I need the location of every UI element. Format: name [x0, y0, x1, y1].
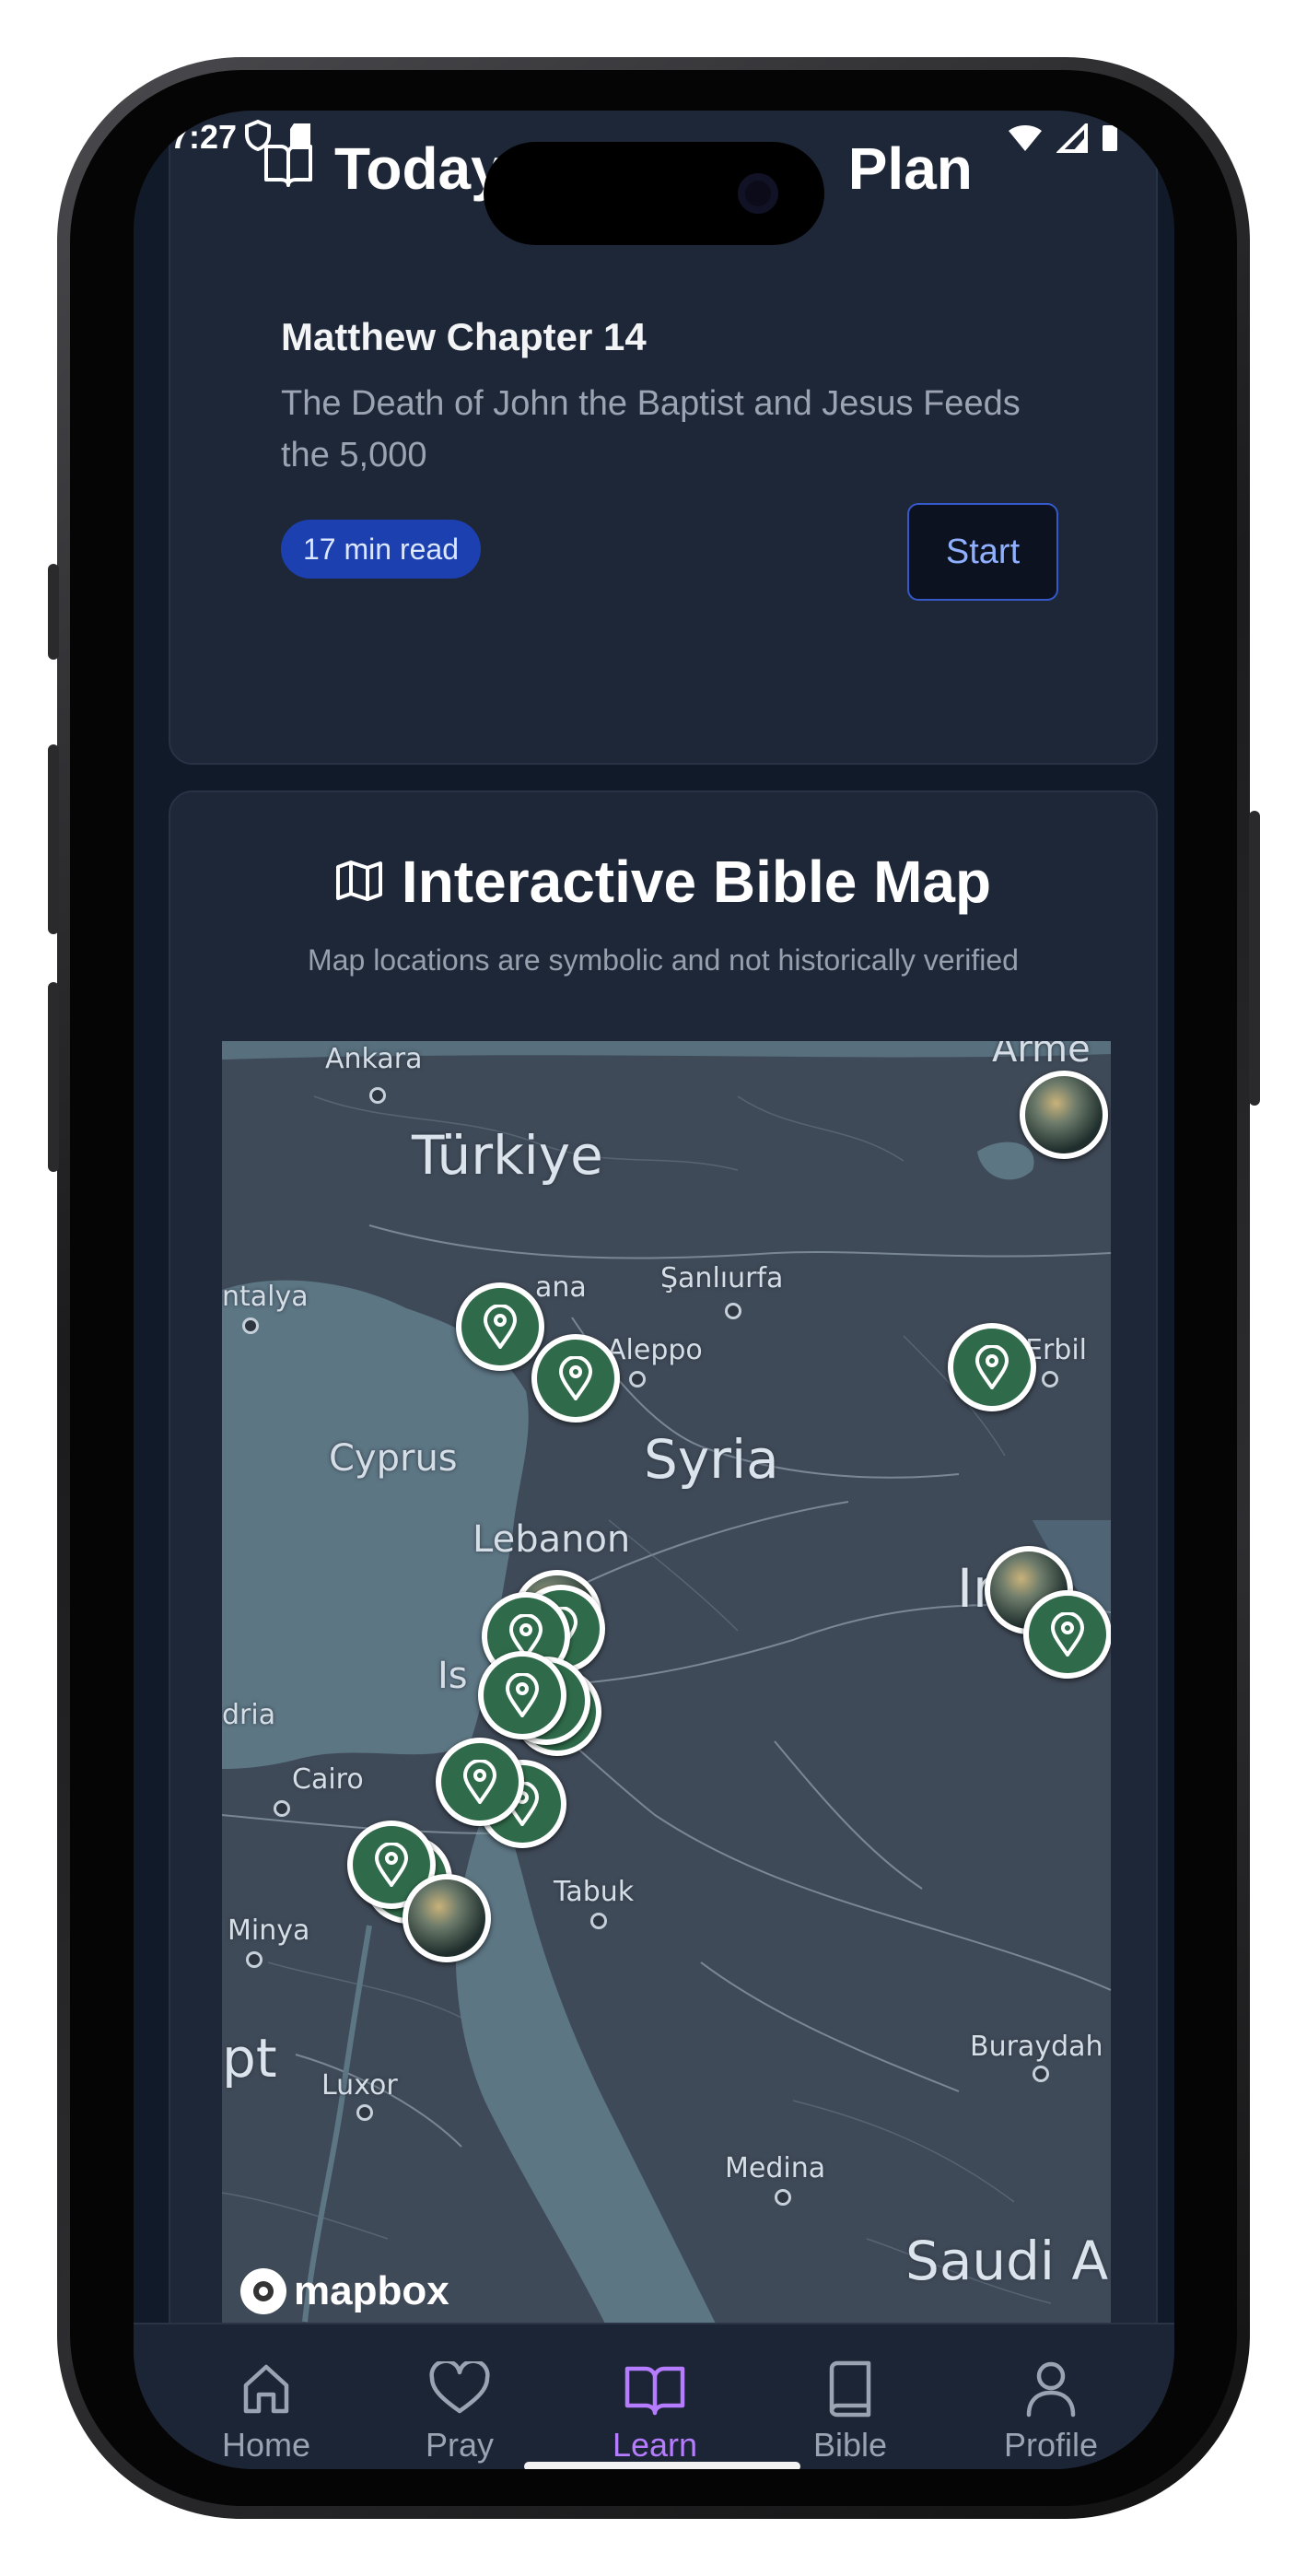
map-title: Interactive Bible Map: [170, 848, 1156, 916]
location-photo-pin[interactable]: [403, 1874, 491, 1962]
map-pin-icon: [1050, 1612, 1085, 1657]
battery-icon: [1101, 122, 1119, 161]
map-label-cairo: Cairo: [292, 1763, 364, 1796]
map-disclaimer: Map locations are symbolic and not histo…: [308, 943, 1019, 977]
map-pin-icon: [505, 1673, 540, 1717]
volume-up-button: [48, 744, 59, 934]
map-terrain: [222, 1041, 1111, 2331]
city-dot-aleppo: [629, 1371, 646, 1388]
dynamic-island: [484, 142, 824, 245]
book-open-icon: [572, 2352, 738, 2426]
map-pin-icon: [462, 1760, 497, 1804]
status-time: 7:27: [170, 118, 238, 156]
location-pin[interactable]: [436, 1738, 524, 1826]
nav-label-learn: Learn: [612, 2426, 698, 2464]
map-label-cyprus: Cyprus: [329, 1437, 458, 1480]
city-dot-ankara: [369, 1087, 386, 1104]
mapbox-logo[interactable]: mapbox: [240, 2268, 449, 2314]
map-title-text: Interactive Bible Map: [401, 849, 992, 915]
location-pin[interactable]: [1023, 1590, 1111, 1679]
nav-item-pray[interactable]: Pray: [377, 2352, 543, 2465]
bottom-navigation: Home Pray Learn Bible Profile: [134, 2323, 1174, 2469]
camera-icon: [738, 173, 778, 214]
nav-item-learn[interactable]: Learn: [572, 2352, 738, 2465]
map-label-minya: Minya: [228, 1914, 310, 1947]
nav-label-home: Home: [221, 2426, 311, 2464]
location-pin[interactable]: [478, 1651, 566, 1739]
shield-icon: [244, 119, 272, 159]
map-label-sanliurfa: Şanlıurfa: [660, 1262, 784, 1294]
city-dot-medina: [775, 2189, 791, 2206]
home-icon: [183, 2352, 349, 2426]
city-dot-sanliurfa: [725, 1303, 741, 1319]
map-pin-icon: [374, 1843, 409, 1887]
bible-icon: [767, 2352, 933, 2426]
map-label-buraydah: Buraydah: [970, 2031, 1103, 2063]
signal-icon: [1056, 120, 1088, 161]
map-label-aleppo: Aleppo: [607, 1334, 703, 1366]
app-screen: 7:27 Today Plan Matthew Chapter 14 The D…: [134, 111, 1174, 2469]
read-time-badge: 17 min read: [281, 520, 481, 579]
map-label-lebanon: Lebanon: [473, 1518, 631, 1561]
mapbox-attribution: mapbox: [294, 2268, 449, 2313]
nav-label-profile: Profile: [1003, 2426, 1099, 2464]
nav-item-bible[interactable]: Bible: [767, 2352, 933, 2465]
map-label-turkiye: Türkiye: [412, 1124, 603, 1187]
map-icon: [335, 848, 383, 916]
map-label-ankara: Ankara: [325, 1043, 423, 1075]
city-dot-minya: [246, 1951, 263, 1968]
map-label-medina: Medina: [725, 2152, 826, 2184]
wifi-icon: [1007, 123, 1044, 161]
city-dot-antalya: [242, 1317, 259, 1334]
reading-title: Matthew Chapter 14: [281, 315, 647, 358]
location-pin[interactable]: [456, 1282, 544, 1371]
map-label-armenia: Arme: [992, 1041, 1091, 1071]
bible-map-card: Interactive Bible Map Map locations are …: [169, 790, 1158, 2469]
city-dot-luxor: [356, 2104, 373, 2121]
nav-label-pray: Pray: [425, 2426, 495, 2464]
city-dot-buraydah: [1033, 2066, 1049, 2082]
map-label-syria: Syria: [644, 1428, 779, 1491]
location-pin[interactable]: [948, 1323, 1036, 1411]
nav-label-bible: Bible: [812, 2426, 888, 2464]
map-label-alexandria: dria: [222, 1699, 276, 1731]
city-dot-tabuk: [590, 1913, 607, 1929]
home-indicator[interactable]: [524, 2462, 800, 2469]
location-pin[interactable]: [531, 1334, 620, 1423]
city-dot-erbil: [1042, 1371, 1058, 1388]
location-photo-pin[interactable]: [1020, 1071, 1108, 1159]
map-label-tabuk: Tabuk: [554, 1876, 635, 1908]
volume-down-button: [48, 982, 59, 1172]
map-label-antalya: ntalya: [222, 1281, 309, 1313]
nav-item-home[interactable]: Home: [183, 2352, 349, 2465]
power-button: [1249, 811, 1260, 1106]
map-label-luxor: Luxor: [321, 2069, 398, 2102]
start-button[interactable]: Start: [907, 503, 1058, 601]
user-icon: [968, 2352, 1134, 2426]
sd-card-icon: [288, 121, 312, 159]
map-label-israel: Is: [438, 1655, 468, 1697]
city-dot-cairo: [274, 1800, 290, 1817]
action-button: [48, 564, 59, 660]
nav-item-profile[interactable]: Profile: [968, 2352, 1134, 2465]
reading-description: The Death of John the Baptist and Jesus …: [281, 384, 1021, 474]
mapbox-icon: [240, 2268, 286, 2314]
heart-icon: [377, 2352, 543, 2426]
interactive-map[interactable]: Ankara Arme Türkiye ntalya ana Şanlıurfa…: [222, 1041, 1111, 2331]
map-pin-icon: [974, 1345, 1009, 1389]
map-label-saudi-arabia: Saudi A: [905, 2230, 1109, 2292]
map-pin-icon: [558, 1356, 593, 1400]
map-label-egypt: pt: [222, 2027, 277, 2090]
map-label-adana: ana: [535, 1271, 587, 1304]
map-pin-icon: [483, 1305, 518, 1349]
